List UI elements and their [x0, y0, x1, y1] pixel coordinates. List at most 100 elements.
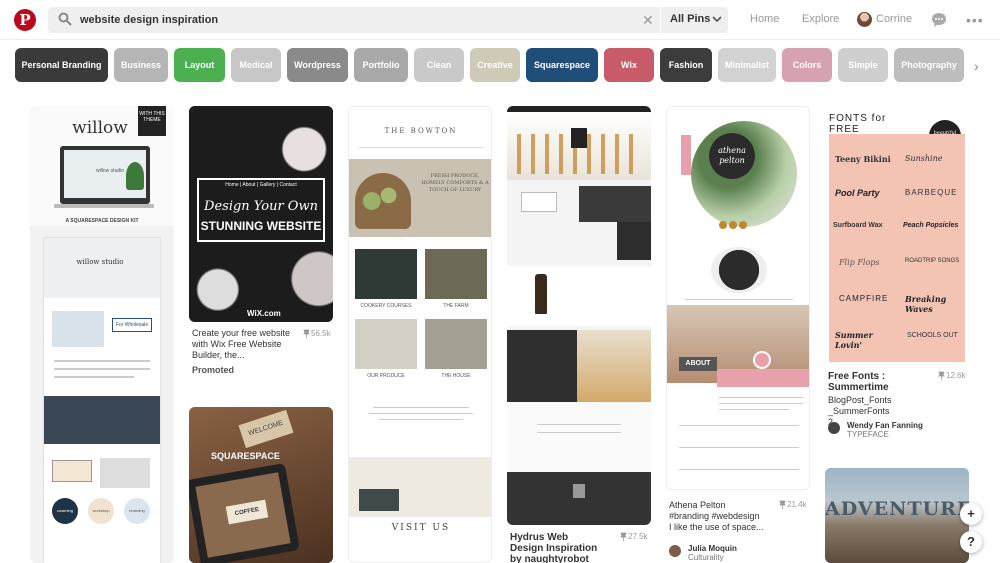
pin-adventure[interactable]: ADVENTURE — [825, 468, 969, 563]
nav-explore-link[interactable]: Explore — [802, 13, 839, 25]
grid-label: OUR PRODUCE — [367, 373, 405, 379]
pin-willow[interactable]: willow WITH THIS THEME willow studio A S… — [30, 106, 174, 563]
pin-description[interactable]: Athena Pelton #branding #webdesign I lik… — [669, 500, 764, 533]
pinner-name[interactable]: Wendy Fan Fanning — [847, 421, 923, 430]
wix-headline: Design Your Own — [204, 199, 318, 214]
guide-chip[interactable]: Clean — [414, 48, 464, 82]
about-label: ABOUT — [679, 357, 717, 371]
save-count: 27.5k — [628, 532, 648, 541]
search-input[interactable] — [80, 10, 640, 30]
text-line — [679, 447, 799, 448]
text-line — [719, 403, 803, 404]
divider — [359, 147, 483, 148]
avatar[interactable] — [857, 12, 872, 27]
mock-block — [507, 330, 577, 402]
pin-fonts[interactable]: FONTS for FREE beautiful summertime Teen… — [825, 106, 969, 364]
text-line — [679, 425, 799, 426]
nav-home-link[interactable]: Home — [750, 13, 779, 25]
pinterest-logo-icon[interactable]: P — [14, 9, 36, 31]
guide-chip[interactable]: Medical — [231, 48, 281, 82]
guide-chip[interactable]: Simple — [838, 48, 888, 82]
pin-squarespace[interactable]: WELCOME SQUARESPACE COFFEE — [189, 407, 333, 563]
pinner-name[interactable]: Julia Moquin — [688, 544, 737, 553]
add-pin-button[interactable]: + — [960, 503, 982, 525]
site-hero — [44, 238, 160, 298]
willow-brand: willow — [72, 118, 128, 138]
guide-chip[interactable]: Squarespace — [526, 48, 598, 82]
grid-photo — [355, 249, 417, 299]
mock-card — [52, 460, 92, 482]
search-bar[interactable]: ✕ All Pins — [48, 7, 728, 33]
visit-us-label: VISIT US — [391, 523, 451, 533]
chevron-right-icon[interactable]: › — [974, 58, 979, 74]
avatar[interactable] — [669, 545, 681, 557]
guide-chip[interactable]: Minimalist — [718, 48, 776, 82]
text-line — [54, 360, 150, 362]
guide-chip[interactable]: Colors — [782, 48, 832, 82]
pin-bowton[interactable]: THE BOWTON FRESH PRODUCE, HOMELY COMFORT… — [348, 106, 492, 563]
grid-label: THE FARM — [443, 303, 469, 309]
more-options-icon[interactable]: ••• — [966, 13, 984, 27]
text-line — [537, 424, 621, 425]
social-dot — [739, 221, 747, 229]
mock-block — [579, 186, 651, 222]
guide-chip[interactable]: Creative — [470, 48, 520, 82]
guide-chip[interactable]: Portfolio — [354, 48, 408, 82]
athena-logo: athena pelton — [709, 133, 755, 179]
guide-chip[interactable]: Wordpress — [287, 48, 348, 82]
accent-bar — [681, 135, 691, 175]
nav-profile-link[interactable]: Corrine — [876, 13, 912, 25]
text-line — [679, 469, 799, 470]
pin-title[interactable]: Free Fonts : Summertime — [828, 371, 918, 393]
logo-circle — [711, 247, 767, 293]
pin-description[interactable]: Create your free website with Wix Free W… — [192, 328, 296, 361]
top-bar: P ✕ All Pins Home Explore Corrine ••• — [0, 0, 1000, 40]
guide-chip[interactable]: Wix — [604, 48, 654, 82]
font-sample: SCHOOLS OUT — [907, 332, 958, 339]
bowton-tagline: FRESH PRODUCE, HOMELY COMFORTS & A TOUCH… — [421, 173, 489, 193]
clear-search-icon[interactable]: ✕ — [642, 11, 654, 29]
forest-image — [577, 330, 651, 402]
avatar[interactable] — [828, 422, 840, 434]
site-title: willow studio — [76, 258, 124, 266]
guide-chip[interactable]: Fashion — [660, 48, 712, 82]
mock-card — [521, 192, 557, 212]
mock-block — [617, 222, 651, 260]
search-scope-select[interactable]: All Pins — [670, 13, 710, 25]
guide-chip[interactable]: Layout — [174, 48, 225, 82]
grid-photo — [425, 249, 487, 299]
social-dot — [729, 221, 737, 229]
chevron-down-icon[interactable] — [712, 13, 722, 25]
mock-photo — [44, 396, 160, 444]
basket-image — [355, 173, 411, 229]
mock-section — [507, 402, 651, 472]
grid-label: THE HOUSE — [441, 373, 471, 379]
quote-icon — [753, 351, 771, 369]
search-icon — [58, 12, 72, 26]
guide-chip[interactable]: Business — [114, 48, 168, 82]
adventure-title: ADVENTURE — [825, 498, 969, 520]
pin-saves-icon — [938, 371, 945, 380]
accent-bar — [717, 369, 809, 387]
help-button[interactable]: ? — [960, 531, 982, 553]
service-circle: branding — [124, 498, 150, 524]
board-name[interactable]: TYPEFACE — [847, 430, 889, 439]
text-line — [537, 432, 621, 433]
pin-hydrus[interactable] — [507, 106, 651, 525]
pin-wix[interactable]: Home | About | Gallery | Contact Design … — [189, 106, 333, 322]
font-sample: Surfboard Wax — [833, 222, 883, 229]
guide-chip[interactable]: Photography — [894, 48, 964, 82]
board-name[interactable]: Culturality — [688, 553, 724, 562]
fonts-panel — [829, 134, 965, 362]
pin-saves-icon — [779, 500, 786, 509]
pin-athena[interactable]: athena pelton ABOUT — [666, 106, 810, 490]
text-line — [685, 299, 793, 300]
social-dot — [719, 221, 727, 229]
pin-saves-icon — [303, 329, 310, 338]
pin-tags-text: #branding #webdesign — [669, 511, 760, 521]
guide-chip[interactable]: Personal Branding — [15, 48, 108, 82]
text-line — [719, 409, 789, 410]
pin-title[interactable]: Hydrus Web Design Inspiration by naughty… — [510, 532, 600, 563]
messages-icon[interactable] — [931, 12, 947, 28]
theme-badge: WITH THIS THEME — [138, 106, 166, 136]
